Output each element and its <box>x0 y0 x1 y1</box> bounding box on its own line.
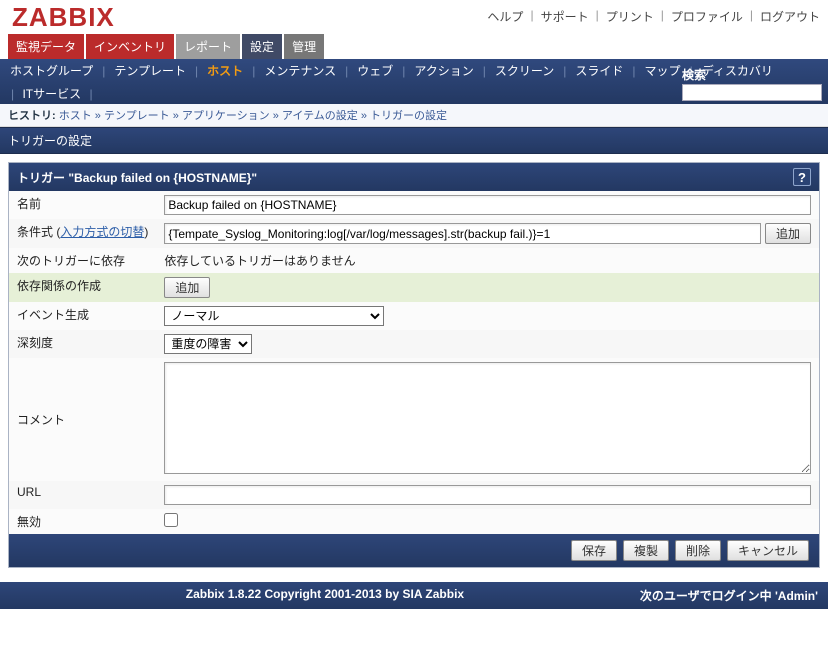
tab-reports[interactable]: レポート <box>176 34 240 59</box>
section-header: トリガーの設定 <box>0 127 828 154</box>
nav-hostgroups[interactable]: ホストグループ <box>8 62 95 79</box>
expression-label: 条件式 (入力方式の切替) <box>9 219 156 248</box>
nav-hosts[interactable]: ホスト <box>205 62 245 79</box>
depends-on-label: 次のトリガーに依存 <box>9 248 156 273</box>
form-actions: 保存 複製 削除 キャンセル <box>9 534 819 567</box>
tab-monitoring[interactable]: 監視データ <box>8 34 84 59</box>
primary-tabs: 監視データ インベントリ レポート 設定 管理 <box>0 34 828 59</box>
nav-itservice[interactable]: ITサービス <box>20 87 83 101</box>
secondary-nav: ホストグループ | テンプレート | ホスト | メンテナンス | ウェブ | アクション… <box>0 59 828 104</box>
footer-copyright: Zabbix 1.8.22 Copyright 2001-2013 by SIA… <box>186 587 464 601</box>
logout-link[interactable]: ログアウト <box>760 8 820 25</box>
print-link[interactable]: プリント <box>606 8 654 25</box>
history-item[interactable]: ホスト <box>59 110 92 122</box>
nav-divider: | <box>86 87 95 101</box>
create-dependency-button[interactable]: 追加 <box>164 277 210 298</box>
comment-label: コメント <box>9 358 156 481</box>
nav-maintenance[interactable]: メンテナンス <box>262 62 338 79</box>
url-input[interactable] <box>164 485 811 505</box>
panel-title-prefix: トリガー <box>17 171 65 185</box>
trigger-form: 名前 条件式 (入力方式の切替) 追加 次のトリガーに依存 依存しているトリガー… <box>9 191 819 534</box>
nav-divider: | <box>629 64 638 78</box>
expression-add-button[interactable]: 追加 <box>765 223 811 244</box>
history-item[interactable]: テンプレート <box>104 110 170 122</box>
nav-screens[interactable]: スクリーン <box>493 62 556 79</box>
url-label: URL <box>9 481 156 509</box>
name-label: 名前 <box>9 191 156 219</box>
disabled-label: 無効 <box>9 509 156 534</box>
separator: | <box>747 8 756 25</box>
separator: | <box>658 8 667 25</box>
separator: | <box>527 8 536 25</box>
history-item[interactable]: トリガーの設定 <box>370 110 447 122</box>
delete-button[interactable]: 削除 <box>675 540 721 561</box>
nav-slides[interactable]: スライド <box>573 62 625 79</box>
nav-divider: | <box>249 64 258 78</box>
history-item[interactable]: アプリケーション <box>182 110 270 122</box>
top-links: ヘルプ| サポート| プリント| プロファイル| ログアウト <box>487 0 820 25</box>
history-label: ヒストリ: <box>8 110 56 122</box>
nav-web[interactable]: ウェブ <box>355 62 395 79</box>
disabled-checkbox[interactable] <box>164 513 178 527</box>
history-item[interactable]: アイテムの設定 <box>282 110 358 122</box>
footer-login-status: 次のユーザでログイン中 'Admin' <box>640 589 818 603</box>
support-link[interactable]: サポート <box>541 8 589 25</box>
tab-settings[interactable]: 設定 <box>242 34 282 59</box>
help-link[interactable]: ヘルプ <box>487 8 523 25</box>
expression-label-text: 条件式 <box>17 225 53 239</box>
nav-divider: | <box>99 64 108 78</box>
nav-divider: | <box>480 64 489 78</box>
nav-divider: | <box>399 64 408 78</box>
cancel-button[interactable]: キャンセル <box>727 540 809 561</box>
toggle-input-method-link[interactable]: 入力方式の切替 <box>60 225 144 239</box>
severity-label: 深刻度 <box>9 330 156 358</box>
separator: | <box>593 8 602 25</box>
event-generation-label: イベント生成 <box>9 302 156 330</box>
comment-textarea[interactable] <box>164 362 811 474</box>
nav-templates[interactable]: テンプレート <box>112 62 188 79</box>
nav-divider: | <box>192 64 201 78</box>
help-icon[interactable]: ? <box>793 168 811 186</box>
search-input[interactable] <box>682 84 822 101</box>
nav-divider: | <box>342 64 351 78</box>
search-label: 検索 <box>682 66 706 83</box>
save-button[interactable]: 保存 <box>571 540 617 561</box>
logo: ZABBIX <box>8 0 119 33</box>
history-bar: ヒストリ: ホスト » テンプレート » アプリケーション » アイテムの設定 … <box>0 104 828 127</box>
profile-link[interactable]: プロファイル <box>671 8 743 25</box>
panel-title-bar: トリガー "Backup failed on {HOSTNAME}" ? <box>9 163 819 191</box>
create-dependency-label: 依存関係の作成 <box>9 273 156 302</box>
tab-admin[interactable]: 管理 <box>284 34 324 59</box>
nav-divider: | <box>560 64 569 78</box>
panel-title: トリガー "Backup failed on {HOSTNAME}" <box>17 169 257 186</box>
severity-select[interactable]: 重度の障害 <box>164 334 252 354</box>
search-box: 検索 <box>682 66 822 101</box>
event-generation-select[interactable]: ノーマル <box>164 306 384 326</box>
expression-input[interactable] <box>164 223 761 244</box>
nav-maps[interactable]: マップ <box>643 62 683 79</box>
nav-divider: | <box>8 87 17 101</box>
name-input[interactable] <box>164 195 811 215</box>
depends-on-text: 依存しているトリガーはありません <box>156 248 819 273</box>
tab-inventory[interactable]: インベントリ <box>86 34 174 59</box>
footer: Zabbix 1.8.22 Copyright 2001-2013 by SIA… <box>0 582 828 609</box>
clone-button[interactable]: 複製 <box>623 540 669 561</box>
nav-actions[interactable]: アクション <box>412 62 475 79</box>
panel-title-name: "Backup failed on {HOSTNAME}" <box>68 171 257 185</box>
